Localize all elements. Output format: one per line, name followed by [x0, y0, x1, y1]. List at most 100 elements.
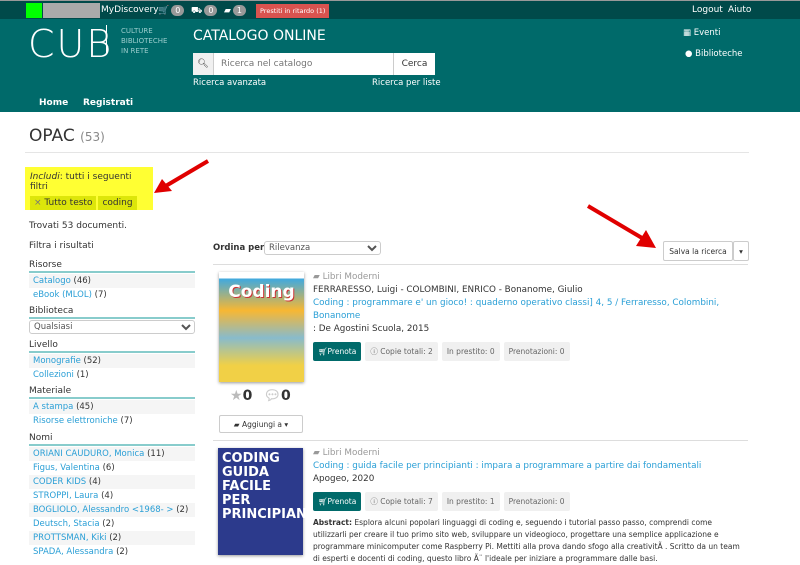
rating-row: ★0 💬︎0 — [230, 388, 291, 404]
facet-link[interactable]: SPADA, Alessandra — [33, 547, 113, 557]
sort-select[interactable]: Rilevanza — [264, 241, 381, 255]
facet-link[interactable]: ORIANI CAUDURO, Monica — [33, 449, 144, 459]
abstract: Abstract: Esplora alcuni popolari lingua… — [313, 518, 740, 563]
facet-item[interactable]: CODER KIDS (4) — [29, 475, 195, 489]
advanced-search-link[interactable]: Ricerca avanzata — [193, 78, 266, 88]
reserve-button[interactable]: 🛒︎Prenota — [313, 342, 362, 361]
facet-count: (45) — [76, 402, 94, 412]
facet-link[interactable]: Figus, Valentina — [33, 463, 100, 473]
save-search-group: Salva la ricerca ▾ — [663, 241, 749, 261]
facet-count: (2) — [116, 547, 129, 557]
facet-item[interactable]: Monografie (52) — [29, 354, 195, 368]
facet-count: (11) — [147, 449, 165, 459]
logout-link[interactable]: Logout — [692, 5, 723, 15]
copies-badge: ⓘ Copie totali: 2 — [365, 342, 438, 361]
library-select[interactable]: Qualsiasi — [29, 320, 195, 334]
book-icon: ▰ — [313, 448, 323, 458]
facet-count: (7) — [94, 290, 107, 300]
facet-biblioteca: Biblioteca Qualsiasi — [29, 306, 195, 334]
page-title: OPAC (53) — [29, 126, 105, 146]
facet-item[interactable]: Collezioni (1) — [29, 368, 195, 382]
avatar — [26, 3, 42, 18]
save-search-button[interactable]: Salva la ricerca — [663, 241, 733, 261]
add-to-button[interactable]: ▰ Aggiungi a ▾ — [219, 415, 303, 433]
cart-icon: 🛒︎ — [318, 347, 328, 356]
result-item: ▰ Libri Moderni Coding : guida facile pe… — [313, 447, 743, 565]
top-bar: MyDiscovery 🛒 0 ⛟ 0 ▰ 1 Prestiti in ritardo… — [0, 0, 800, 19]
calendar-icon: ▦ — [683, 28, 694, 38]
search-icon: 🔍︎ — [193, 53, 214, 75]
loaned-badge: In prestito: 1 — [441, 492, 500, 511]
facet-count: (52) — [83, 356, 101, 366]
facet-item[interactable]: Catalogo (46) — [29, 274, 195, 288]
facet-item[interactable]: PROTTSMAN, Kiki (2) — [29, 531, 195, 545]
filter-chip-field[interactable]: × Tutto testo — [30, 196, 97, 210]
facet-link[interactable]: BOGLIOLO, Alessandro <1968- > — [33, 505, 174, 515]
copies-badge: ⓘ Copie totali: 7 — [365, 492, 438, 511]
result-title-link[interactable]: Coding : programmare e' un gioco! : quad… — [313, 298, 719, 321]
facet-item[interactable]: SPADA, Alessandra (2) — [29, 545, 195, 559]
facet-link[interactable]: Catalogo — [33, 276, 71, 286]
loaned-badge: In prestito: 0 — [441, 342, 500, 361]
facet-link[interactable]: eBook (MLOL) — [33, 290, 92, 300]
facet-count: (2) — [102, 519, 115, 529]
books-button[interactable]: ▰ 1 — [224, 5, 247, 16]
save-search-dropdown[interactable]: ▾ — [733, 241, 749, 261]
username-redacted — [43, 3, 100, 18]
facet-link[interactable]: CODER KIDS — [33, 477, 86, 487]
book-icon: ▰ — [224, 6, 231, 16]
remove-icon: × — [34, 198, 45, 208]
book-cover[interactable]: CODING GUIDA FACILE PER PRINCIPIANTI — [218, 448, 321, 555]
result-title-link[interactable]: Coding : guida facile per principianti :… — [313, 461, 701, 471]
list-search-link[interactable]: Ricerca per liste — [372, 78, 441, 88]
facet-item[interactable]: A stampa (45) — [29, 400, 195, 414]
facet-item[interactable]: Deutsch, Stacia (2) — [29, 517, 195, 531]
comments-icon: 💬︎ — [263, 388, 281, 404]
facet-link[interactable]: Risorse elettroniche — [33, 416, 118, 426]
facet-link[interactable]: Deutsch, Stacia — [33, 519, 100, 529]
facet-item[interactable]: eBook (MLOL) (7) — [29, 288, 195, 302]
late-loans-button[interactable]: Prestiti in ritardo (1) — [256, 4, 330, 18]
facet-item[interactable]: BOGLIOLO, Alessandro <1968- > (2) — [29, 503, 195, 517]
mydiscovery-link[interactable]: MyDiscovery — [101, 5, 159, 15]
divider — [25, 152, 749, 153]
nav-home[interactable]: Home — [39, 98, 68, 108]
facet-link[interactable]: A stampa — [33, 402, 73, 412]
facet-risorse: Risorse Catalogo (46) eBook (MLOL) (7) — [29, 260, 195, 302]
events-link[interactable]: ▦ Eventi — [683, 28, 720, 38]
catalog-title: CATALOGO ONLINE — [193, 28, 326, 44]
facet-item[interactable]: STROPPI, Laura (4) — [29, 489, 195, 503]
holds-badge: Prenotazioni: 0 — [503, 492, 570, 511]
nav-register[interactable]: Registrati — [83, 98, 133, 108]
annotation-arrow-right — [586, 204, 656, 248]
truck-button[interactable]: ⛟ 0 — [191, 5, 218, 17]
facet-link[interactable]: PROTTSMAN, Kiki — [33, 533, 106, 543]
facet-count: (46) — [73, 276, 91, 286]
facet-item[interactable]: ORIANI CAUDURO, Monica (11) — [29, 447, 195, 461]
facet-count: (7) — [120, 416, 133, 426]
facet-count: (2) — [109, 533, 122, 543]
help-link[interactable]: Aiuto — [728, 5, 751, 15]
facet-item[interactable]: Risorse elettroniche (7) — [29, 414, 195, 428]
holds-badge: Prenotazioni: 0 — [503, 342, 570, 361]
book-icon: ▰ — [313, 272, 323, 282]
facet-link[interactable]: Monografie — [33, 356, 81, 366]
search-input[interactable] — [214, 53, 393, 75]
facet-livello: Livello Monografie (52) Collezioni (1) — [29, 340, 195, 382]
facet-link[interactable]: STROPPI, Laura — [33, 491, 98, 501]
facet-count: (2) — [176, 505, 189, 515]
facet-item[interactable]: Figus, Valentina (6) — [29, 461, 195, 475]
logo-subtitle: CULTURE BIBLIOTECHE IN RETE — [121, 27, 168, 55]
libraries-link[interactable]: ● Biblioteche — [685, 49, 743, 59]
facet-count: (4) — [101, 491, 114, 501]
facet-count: (4) — [88, 477, 101, 487]
cart-button[interactable]: 🛒 0 — [158, 5, 185, 16]
logo[interactable]: CUB — [28, 22, 113, 66]
book-cover[interactable]: Coding — [219, 272, 304, 382]
caret-down-icon: ▾ — [739, 246, 743, 256]
facet-link[interactable]: Collezioni — [33, 370, 74, 380]
reserve-button[interactable]: 🛒︎Prenota — [313, 492, 362, 511]
search-button[interactable]: Cerca — [393, 53, 435, 75]
facet-materiale: Materiale A stampa (45) Risorse elettronic… — [29, 386, 195, 428]
truck-icon: ⛟ — [191, 6, 203, 16]
